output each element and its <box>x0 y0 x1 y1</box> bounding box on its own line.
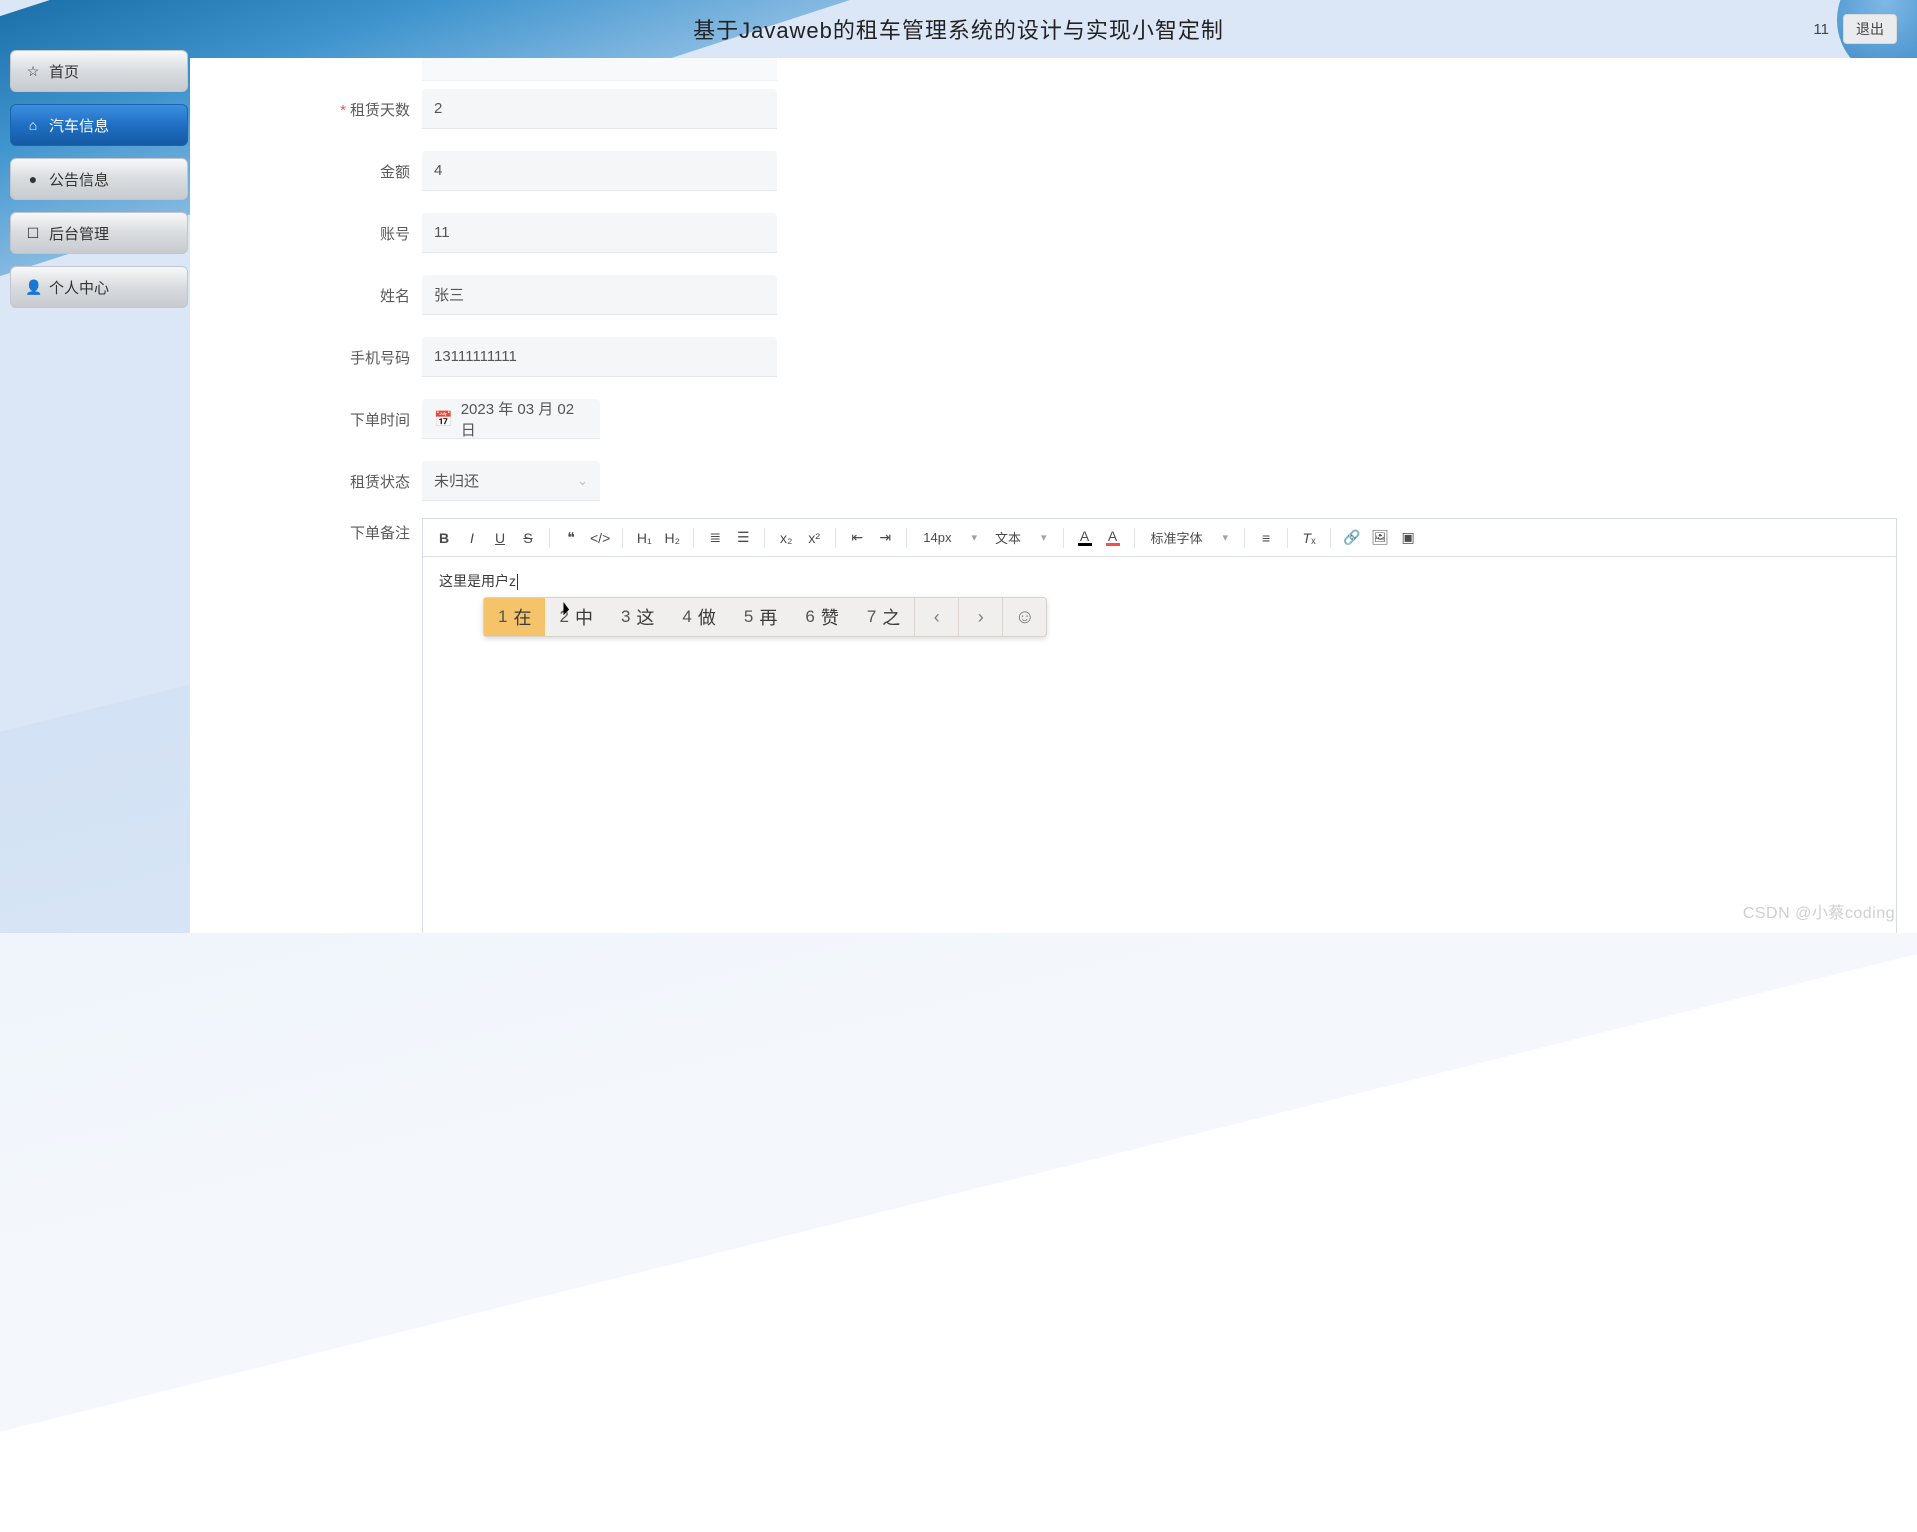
clear-format-button[interactable]: Tₓ <box>1296 525 1322 551</box>
remark-editor[interactable]: B I U S ❝ </> H₁ H₂ ≣ ☰ x₂ x² <box>422 518 1897 933</box>
info-icon: ● <box>25 171 41 187</box>
underline-button[interactable]: U <box>487 525 513 551</box>
ime-candidate[interactable]: 1 在 <box>484 598 545 636</box>
remark-label: 下单备注 <box>190 518 422 543</box>
ime-candidate[interactable]: 7 之 <box>853 598 914 636</box>
current-user-name[interactable]: 11 <box>1813 21 1829 38</box>
rental-days-input[interactable]: 2 <box>422 89 777 129</box>
ime-next-button[interactable]: › <box>958 598 1002 636</box>
ime-candidate-bar: 1 在 2 中 3 这 4 <box>483 597 1047 637</box>
text-caret <box>517 574 518 590</box>
main-panel: *租赁天数 2 金额 4 账号 11 姓名 张三 手机号码 <box>190 58 1917 933</box>
header-right: 11 退出 <box>1813 14 1897 44</box>
subscript-button[interactable]: x₂ <box>773 525 799 551</box>
italic-button[interactable]: I <box>459 525 485 551</box>
editor-body[interactable]: 这里是用户z 1 在 2 中 3 <box>423 557 1896 605</box>
link-button[interactable]: 🔗 <box>1339 525 1365 551</box>
sidebar-item-label: 汽车信息 <box>49 115 109 136</box>
outdent-button[interactable]: ⇤ <box>844 525 870 551</box>
ime-candidate[interactable]: 6 赞 <box>791 598 852 636</box>
app-title: 基于Javaweb的租车管理系统的设计与实现小智定制 <box>0 13 1917 45</box>
indent-button[interactable]: ⇥ <box>872 525 898 551</box>
h1-button[interactable]: H₁ <box>631 525 657 551</box>
dashboard-icon: ☐ <box>25 225 41 242</box>
amount-label: 金额 <box>190 161 422 182</box>
bg-color-button[interactable]: A <box>1100 525 1126 551</box>
font-family-select[interactable]: 标准字体▾ <box>1143 525 1237 551</box>
sidebar-item-label: 个人中心 <box>49 277 109 298</box>
truncated-field[interactable] <box>422 58 777 81</box>
watermark: CSDN @小蔡coding <box>1743 899 1895 923</box>
ime-candidate[interactable]: 4 做 <box>668 598 729 636</box>
car-icon: ⌂ <box>25 117 41 133</box>
logout-button[interactable]: 退出 <box>1843 14 1897 44</box>
rental-status-select[interactable]: 未归还 ⌄ <box>422 461 600 501</box>
calendar-icon: 📅 <box>434 410 453 428</box>
ime-emoji-button[interactable]: ☺ <box>1002 598 1046 636</box>
star-icon: ☆ <box>25 63 41 80</box>
sidebar: ☆ 首页 ⌂ 汽车信息 ● 公告信息 ☐ 后台管理 👤 个人中心 <box>10 50 188 320</box>
bold-button[interactable]: B <box>431 525 457 551</box>
ime-prev-button[interactable]: ‹ <box>914 598 958 636</box>
sidebar-item-notice[interactable]: ● 公告信息 <box>10 158 188 200</box>
app-header: 基于Javaweb的租车管理系统的设计与实现小智定制 11 退出 <box>0 0 1917 58</box>
sidebar-item-home[interactable]: ☆ 首页 <box>10 50 188 92</box>
amount-input[interactable]: 4 <box>422 151 777 191</box>
font-color-button[interactable]: A <box>1072 525 1098 551</box>
text-kind-select[interactable]: 文本▾ <box>987 525 1055 551</box>
image-button[interactable]: 🖼 <box>1367 525 1393 551</box>
sidebar-item-profile[interactable]: 👤 个人中心 <box>10 266 188 308</box>
sidebar-item-label: 公告信息 <box>49 169 109 190</box>
order-time-label: 下单时间 <box>190 409 422 430</box>
account-label: 账号 <box>190 223 422 244</box>
account-input[interactable]: 11 <box>422 213 777 253</box>
quote-button[interactable]: ❝ <box>558 525 584 551</box>
sidebar-item-car-info[interactable]: ⌂ 汽车信息 <box>10 104 188 146</box>
editor-toolbar: B I U S ❝ </> H₁ H₂ ≣ ☰ x₂ x² <box>423 519 1896 557</box>
ime-candidate[interactable]: 5 再 <box>730 598 791 636</box>
order-form: *租赁天数 2 金额 4 账号 11 姓名 张三 手机号码 <box>190 58 1917 933</box>
sidebar-item-label: 首页 <box>49 61 79 82</box>
align-button[interactable]: ≡ <box>1253 525 1279 551</box>
editor-content: 这里是用户z <box>439 573 516 589</box>
ime-candidate[interactable]: 3 这 <box>607 598 668 636</box>
ordered-list-button[interactable]: ≣ <box>702 525 728 551</box>
unordered-list-button[interactable]: ☰ <box>730 525 756 551</box>
sidebar-item-admin[interactable]: ☐ 后台管理 <box>10 212 188 254</box>
person-icon: 👤 <box>25 279 41 296</box>
rental-days-label: *租赁天数 <box>190 99 422 120</box>
sidebar-item-label: 后台管理 <box>49 223 109 244</box>
phone-label: 手机号码 <box>190 347 422 368</box>
ime-candidate[interactable]: 2 中 <box>545 598 606 636</box>
phone-input[interactable]: 13111111111 <box>422 337 777 377</box>
strike-button[interactable]: S <box>515 525 541 551</box>
chevron-down-icon: ⌄ <box>577 473 588 489</box>
rental-status-label: 租赁状态 <box>190 471 422 492</box>
name-label: 姓名 <box>190 285 422 306</box>
code-button[interactable]: </> <box>586 525 614 551</box>
name-input[interactable]: 张三 <box>422 275 777 315</box>
superscript-button[interactable]: x² <box>801 525 827 551</box>
h2-button[interactable]: H₂ <box>659 525 685 551</box>
font-size-select[interactable]: 14px▾ <box>915 525 985 551</box>
video-button[interactable]: ▣ <box>1395 525 1421 551</box>
order-time-picker[interactable]: 📅 2023 年 03 月 02 日 <box>422 399 600 439</box>
